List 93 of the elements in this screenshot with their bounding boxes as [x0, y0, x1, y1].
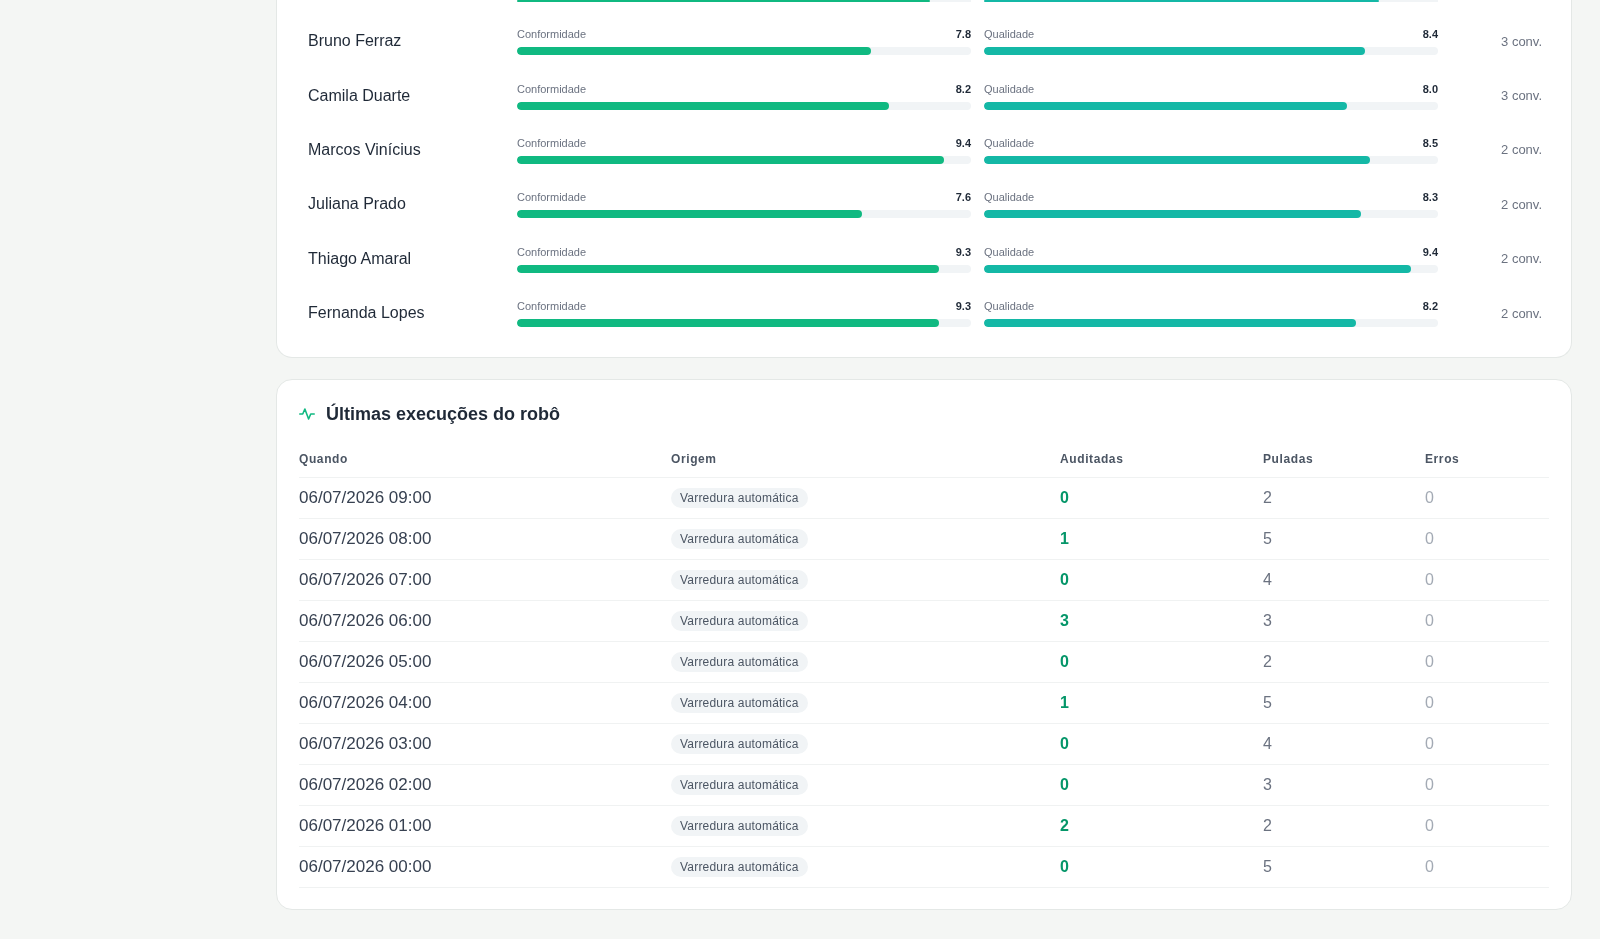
table-cell-text: 0	[1060, 776, 1070, 795]
metric-score: 9.4	[1422, 244, 1438, 259]
conversation-count: 2 conv.	[1501, 196, 1542, 212]
metric-score: 7.8	[955, 27, 971, 42]
table-cell-text: 4	[1263, 735, 1273, 754]
agent-name: Fernanda Lopes	[308, 304, 426, 323]
table-cell-text: 2	[1263, 817, 1273, 836]
table-cell-text: 06/07/2026 01:00	[299, 816, 433, 837]
table-cell-text: 2	[1263, 653, 1273, 672]
table-cell-text: 0	[1060, 489, 1070, 508]
table-cell-text: 06/07/2026 06:00	[299, 611, 433, 632]
agent-name: Marcos Vinícius	[308, 140, 422, 159]
agent-name: Juliana Prado	[308, 195, 407, 214]
table-cell-text: 2	[1263, 489, 1273, 508]
table-cell-text: 0	[1425, 571, 1435, 590]
metric-score: 8.0	[1422, 81, 1438, 96]
table-cell-text: 0	[1425, 858, 1435, 877]
table-cell-text: 5	[1263, 858, 1273, 877]
table-cell-text: 06/07/2026 02:00	[299, 775, 433, 796]
section-title: Últimas execuções do robô	[326, 403, 561, 425]
metric-label: Conformidade	[517, 299, 587, 314]
column-header: Quando	[299, 451, 349, 468]
table-cell-text: 0	[1425, 489, 1435, 508]
metric-label: Conformidade	[517, 81, 587, 96]
table-cell-text: 2	[1060, 817, 1070, 836]
table-cell-text: 4	[1263, 571, 1273, 590]
table-cell-text: 0	[1425, 653, 1435, 672]
conversation-count: 3 conv.	[1501, 33, 1542, 49]
metric-score: 8.4	[1422, 27, 1438, 42]
table-cell-text: 3	[1263, 612, 1273, 631]
origin-tag: Varredura automática	[671, 529, 808, 550]
table-cell-text: 0	[1425, 817, 1435, 836]
metric-label: Qualidade	[984, 299, 1035, 314]
table-cell-text: 0	[1060, 653, 1070, 672]
metric-label: Qualidade	[984, 27, 1035, 42]
origin-tag: Varredura automática	[671, 652, 808, 673]
table-cell-text: 1	[1060, 694, 1070, 713]
table-cell-text: 0	[1425, 735, 1435, 754]
table-cell-text: 06/07/2026 08:00	[299, 529, 433, 550]
column-header: Puladas	[1263, 451, 1315, 468]
origin-tag: Varredura automática	[671, 570, 808, 591]
metric-score: 9.3	[955, 299, 971, 314]
agent-name: Thiago Amaral	[308, 249, 413, 268]
table-cell-text: 0	[1425, 694, 1435, 713]
agent-name: Bruno Ferraz	[308, 32, 403, 51]
table-cell-text: 06/07/2026 07:00	[299, 570, 433, 591]
table-cell-text: 3	[1263, 776, 1273, 795]
pulse-icon	[299, 408, 315, 421]
metric-label: Qualidade	[984, 190, 1035, 205]
table-cell-text: 06/07/2026 09:00	[299, 488, 433, 509]
metric-score: 8.5	[1422, 135, 1438, 150]
metric-score: 8.2	[1422, 299, 1438, 314]
column-header: Origem	[671, 451, 718, 468]
table-cell-text: 3	[1060, 612, 1070, 631]
table-cell-text: 0	[1060, 571, 1070, 590]
metric-label: Qualidade	[984, 135, 1035, 150]
column-header: Auditadas	[1060, 451, 1125, 468]
table-cell-text: 06/07/2026 04:00	[299, 693, 433, 714]
origin-tag: Varredura automática	[671, 693, 808, 714]
metric-label: Conformidade	[517, 244, 587, 259]
origin-tag: Varredura automática	[671, 816, 808, 837]
conversation-count: 2 conv.	[1501, 305, 1542, 321]
origin-tag: Varredura automática	[671, 488, 808, 509]
origin-tag: Varredura automática	[671, 734, 808, 755]
table-cell-text: 1	[1060, 530, 1070, 549]
table-cell-text: 0	[1425, 612, 1435, 631]
table-cell-text: 0	[1060, 735, 1070, 754]
metric-score: 8.3	[1422, 190, 1438, 205]
origin-tag: Varredura automática	[671, 611, 808, 632]
metric-score: 9.3	[955, 244, 971, 259]
metric-label: Conformidade	[517, 135, 587, 150]
metric-score: 8.2	[955, 81, 971, 96]
metric-label: Conformidade	[517, 27, 587, 42]
table-cell-text: 5	[1263, 530, 1273, 549]
metric-score: 7.6	[955, 190, 971, 205]
column-header: Erros	[1425, 451, 1461, 468]
metric-label: Qualidade	[984, 81, 1035, 96]
conversation-count: 3 conv.	[1501, 88, 1542, 104]
table-cell-text: 06/07/2026 00:00	[299, 857, 433, 878]
table-cell-text: 5	[1263, 694, 1273, 713]
table-cell-text: 06/07/2026 03:00	[299, 734, 433, 755]
agent-name: Camila Duarte	[308, 86, 412, 105]
conversation-count: 2 conv.	[1501, 142, 1542, 158]
table-cell-text: 0	[1425, 776, 1435, 795]
origin-tag: Varredura automática	[671, 857, 808, 878]
conversation-count: 2 conv.	[1501, 251, 1542, 267]
metric-label: Qualidade	[984, 244, 1035, 259]
origin-tag: Varredura automática	[671, 775, 808, 796]
table-cell-text: 0	[1425, 530, 1435, 549]
table-cell-text: 06/07/2026 05:00	[299, 652, 433, 673]
metric-score: 9.4	[955, 135, 971, 150]
metric-label: Conformidade	[517, 190, 587, 205]
table-cell-text: 0	[1060, 858, 1070, 877]
